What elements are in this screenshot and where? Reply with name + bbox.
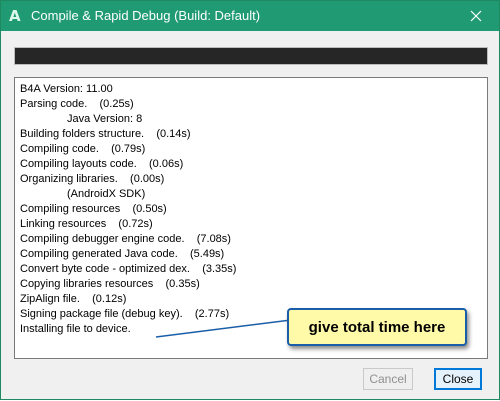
close-icon: [470, 10, 482, 22]
title-bar: A Compile & Rapid Debug (Build: Default): [1, 1, 499, 31]
log-line: B4A Version: 11.00: [20, 83, 113, 95]
close-button[interactable]: Close: [434, 368, 482, 390]
log-line: Compiling generated Java code. (5.49s): [20, 248, 225, 260]
log-line: Organizing libraries. (0.00s): [20, 173, 165, 185]
log-line: Signing package file (debug key). (2.77s…: [20, 308, 230, 320]
log-line: Compiling layouts code. (0.06s): [20, 158, 184, 170]
b4a-app-icon: A: [9, 7, 21, 25]
log-line: ZipAlign file. (0.12s): [20, 293, 127, 305]
log-line: Compiling resources (0.50s): [20, 203, 167, 215]
log-line: Installing file to device.: [20, 323, 131, 335]
compile-progress-bar: [14, 47, 488, 65]
annotation-callout: give total time here: [287, 308, 467, 346]
cancel-button[interactable]: Cancel: [363, 368, 413, 390]
progress-fill: [15, 48, 487, 64]
log-line: Linking resources (0.72s): [20, 218, 153, 230]
log-line: Parsing code. (0.25s): [20, 98, 134, 110]
log-line: (AndroidX SDK): [67, 188, 146, 200]
log-line: Convert byte code - optimized dex. (3.35…: [20, 263, 237, 275]
log-line: Java Version: 8: [67, 113, 143, 125]
log-line: Compiling debugger engine code. (7.08s): [20, 233, 231, 245]
close-window-button[interactable]: [453, 1, 499, 31]
log-line: Copying libraries resources (0.35s): [20, 278, 200, 290]
log-line: Compiling code. (0.79s): [20, 143, 146, 155]
log-line: Building folders structure. (0.14s): [20, 128, 191, 140]
window-title: Compile & Rapid Debug (Build: Default): [31, 8, 261, 23]
compile-dialog: A Compile & Rapid Debug (Build: Default)…: [0, 0, 500, 400]
